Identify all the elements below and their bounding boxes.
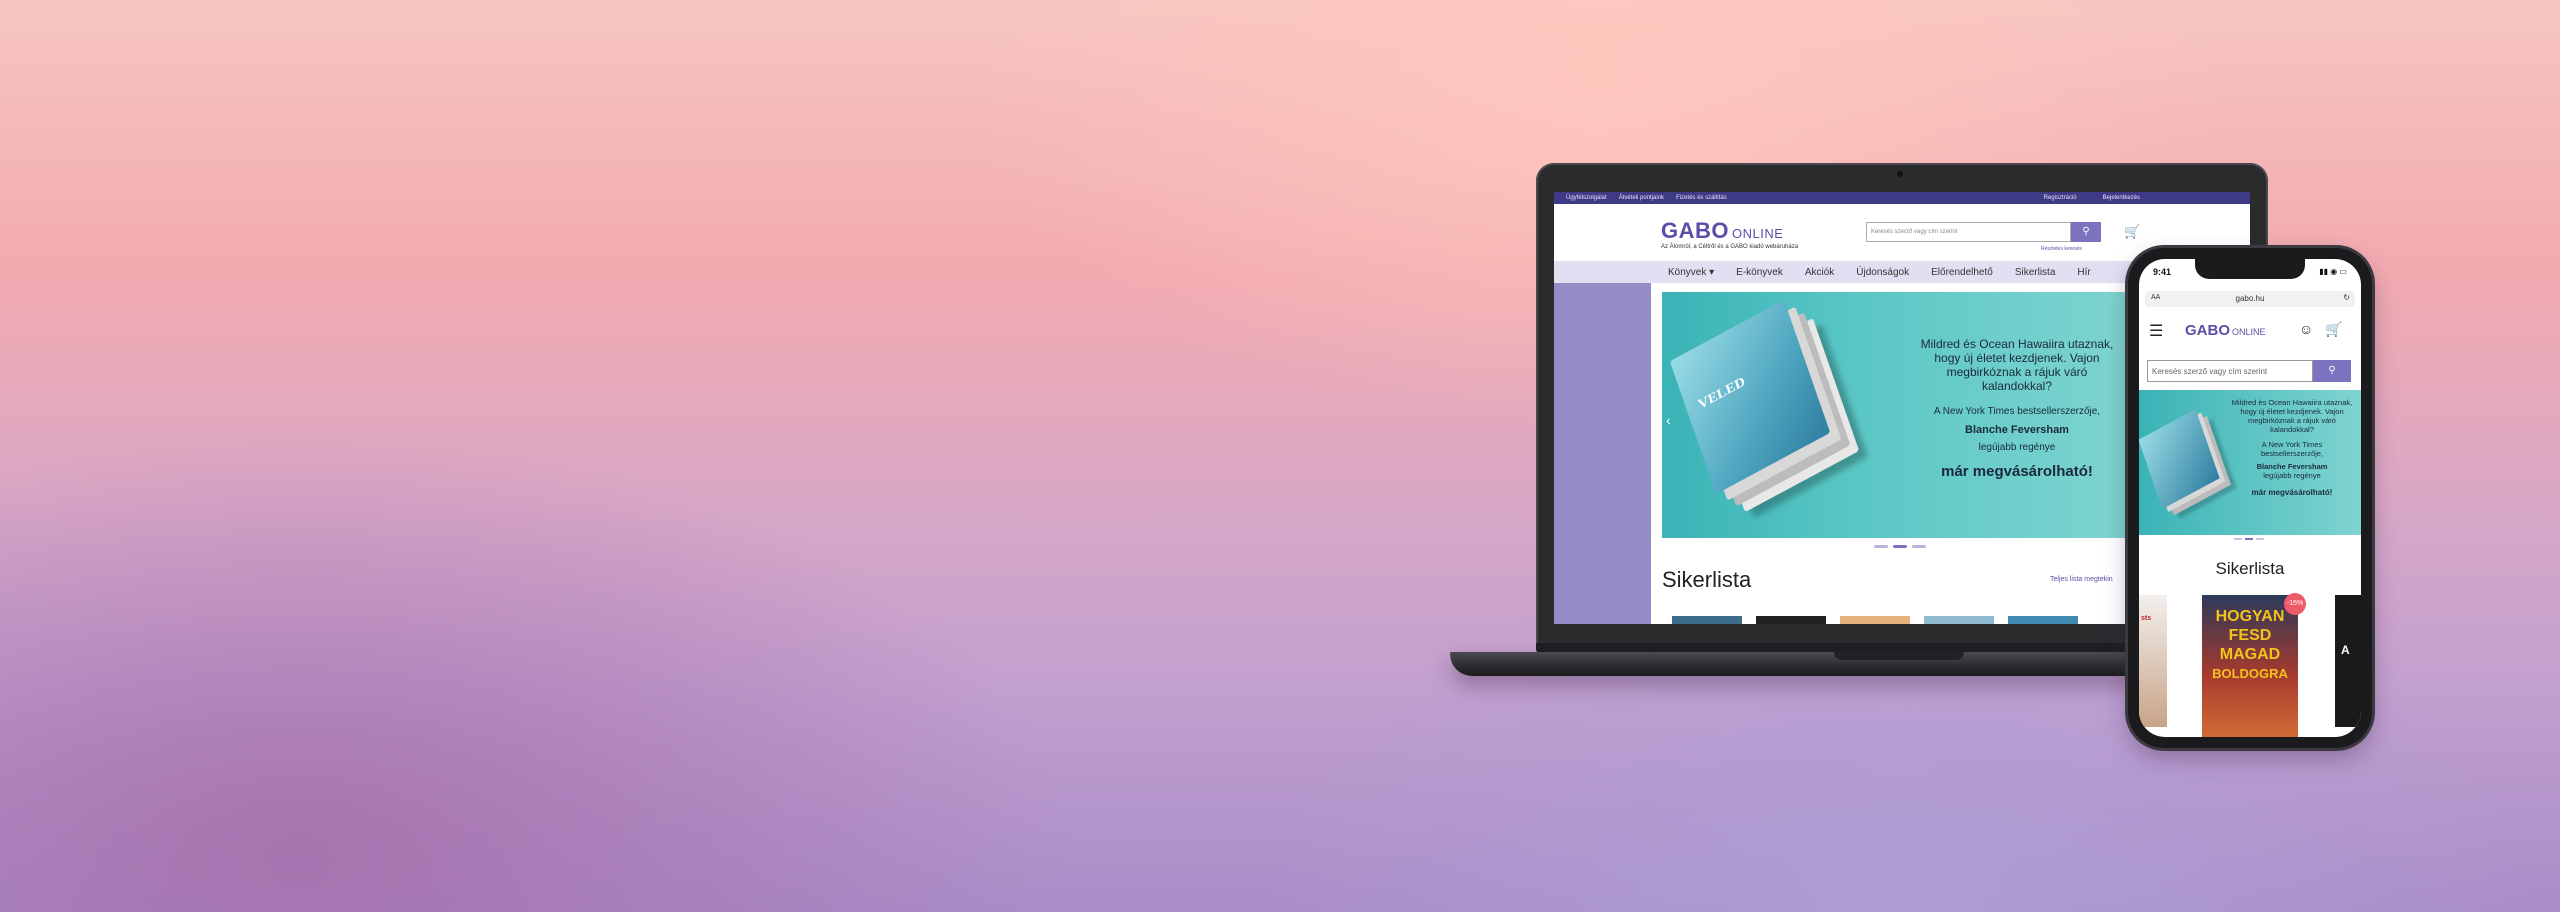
nav-item-elorendelheto[interactable]: Előrendelhető [1931,267,1993,278]
section-title: Sikerlista [2215,559,2285,578]
phone-device: 9:41 ▮▮ ◉ ▭ AA gabo.hu ↻ ☰ GABO ONLINE ☺ … [2128,248,2372,748]
nav-item-ekonyvek[interactable]: E-könyvek [1736,267,1783,278]
search-input[interactable]: Keresés szerző vagy cím szerint [1866,222,2071,242]
phone-notch [2195,259,2305,279]
status-time: 9:41 [2153,267,2172,277]
full-list-link[interactable]: Teljes lista megtekin [2050,576,2113,583]
menu-icon[interactable]: ☰ [2149,321,2163,341]
carousel-dot[interactable] [1874,545,1888,548]
book-cover[interactable] [2008,616,2078,624]
cart-icon[interactable]: 🛒 [2124,224,2140,240]
banner-book-image [2139,409,2220,509]
carousel-dot[interactable] [2245,538,2253,540]
address-bar[interactable]: AA gabo.hu ↻ [2145,291,2355,307]
banner-text: Mildred és Ocean Hawaiira utaznak, hogy … [1920,337,2114,480]
book-cover[interactable]: A [2335,595,2361,727]
laptop-hinge [1834,652,1964,660]
book-cover[interactable] [1672,616,1742,624]
cart-icon[interactable]: 🛒 [2325,321,2342,338]
search-button[interactable]: ⚲ [2071,222,2101,242]
book-cover[interactable] [1840,616,1910,624]
nav-item-ujdonsagok[interactable]: Újdonságok [1856,267,1909,278]
laptop-camera [1897,171,1903,177]
user-icon[interactable]: ☺ [2299,321,2313,337]
phone-screen: 9:41 ▮▮ ◉ ▭ AA gabo.hu ↻ ☰ GABO ONLINE ☺ … [2139,259,2361,737]
topbar-link-atveteli[interactable]: Átvételi pontjaink [1619,195,1664,201]
login-link[interactable]: Bejelentkezés [2103,195,2140,201]
hero-banner[interactable]: Mildred és Ocean Hawaiira utaznak, hogy … [2139,390,2361,535]
book-cover[interactable]: sts [2139,595,2167,727]
advanced-search-link[interactable]: Részletes keresés [2041,246,2082,252]
carousel-dot[interactable] [2234,538,2242,540]
nav-item-akciok[interactable]: Akciók [1805,267,1834,278]
side-panel [1554,283,1651,624]
bestseller-row [1672,616,2078,624]
search-button[interactable]: ⚲ [2313,360,2351,382]
search-input[interactable]: Keresés szerző vagy cím szerint [2147,360,2313,382]
status-icons: ▮▮ ◉ ▭ [2319,267,2347,276]
hero-banner[interactable]: VELED Mildred és Ocean Hawaiira utaznak,… [1662,292,2132,538]
carousel-dot[interactable] [2256,538,2264,540]
desktop-topbar: Ügyfélszolgálat Átvételi pontjaink Fizet… [1554,192,2250,204]
topbar-account: Regisztráció Bejelentkezés [2032,195,2140,201]
url-domain: gabo.hu [2235,294,2265,303]
search-icon: ⚲ [2082,226,2090,237]
search-icon: ⚲ [2328,365,2336,376]
carousel-dot[interactable] [1893,545,1907,548]
site-logo[interactable]: GABO ONLINE [1661,218,1783,244]
carousel-dots [1874,545,1926,548]
banner-book-image: VELED [1669,299,1831,495]
discount-badge: -15% [2284,593,2306,615]
reload-icon[interactable]: ↻ [2343,293,2350,302]
book-cover[interactable] [1756,616,1826,624]
register-link[interactable]: Regisztráció [2044,195,2077,201]
topbar-link-ugyfelszolgalat[interactable]: Ügyfélszolgálat [1566,195,1607,201]
banner-text: Mildred és Ocean Hawaiira utaznak, hogy … [2231,398,2353,497]
nav-item-konyvek[interactable]: Könyvek ▾ [1668,267,1714,278]
site-logo[interactable]: GABO ONLINE [2185,322,2266,339]
carousel-dots [2234,538,2264,540]
book-cover[interactable]: HOGYAN FESD MAGAD BOLDOGRA [2202,595,2298,737]
nav-item-hirek[interactable]: Hír [2077,267,2090,278]
section-title: Sikerlista [1662,567,1752,592]
mobile-header: ☰ GABO ONLINE ☺ 🛒 [2139,313,2361,345]
site-tagline: Az Álomról, a Céltről és a GABO kiadó we… [1661,244,1799,250]
book-cover[interactable] [1924,616,1994,624]
chevron-left-icon[interactable]: ‹ [1666,412,1671,428]
topbar-link-fizetes[interactable]: Fizetés és szállítás [1676,195,1727,201]
carousel-dot[interactable] [1912,545,1926,548]
nav-item-sikerlista[interactable]: Sikerlista [2015,267,2056,278]
